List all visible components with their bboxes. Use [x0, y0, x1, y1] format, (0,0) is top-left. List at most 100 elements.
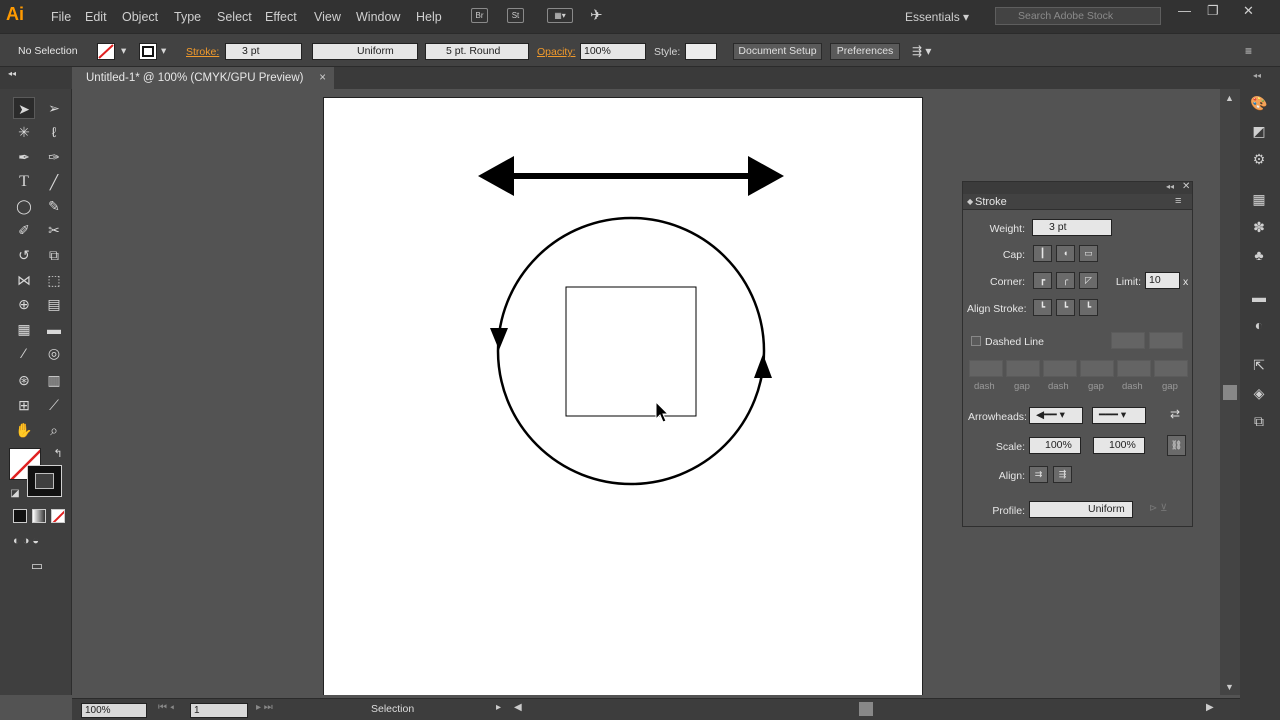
color-mode-icon[interactable] — [13, 509, 27, 523]
dash-3-field[interactable] — [1117, 360, 1151, 377]
circle-with-arrows[interactable] — [490, 216, 772, 486]
magic-wand-tool-icon[interactable]: ✳ — [13, 121, 35, 143]
round-join-icon[interactable]: ╭ — [1056, 272, 1075, 289]
brush-definition[interactable]: 5 pt. Round — [425, 43, 529, 60]
symbol-sprayer-tool-icon[interactable]: ⊛ — [13, 369, 35, 391]
scale-tool-icon[interactable]: ⧉ — [43, 244, 65, 266]
shape-builder-tool-icon[interactable]: ⊕ — [13, 293, 35, 315]
arrow-extend-icon[interactable]: ⇉ — [1029, 466, 1048, 483]
stroke-color-swatch[interactable] — [27, 465, 62, 497]
lasso-tool-icon[interactable]: ℓ — [43, 121, 65, 143]
gap-1-field[interactable] — [1006, 360, 1040, 377]
maximize-icon[interactable]: ❐ — [1207, 3, 1219, 19]
vertical-scrollbar[interactable]: ▲ ▼ — [1220, 89, 1240, 695]
profile-select[interactable]: Uniform — [1029, 501, 1133, 518]
transparency-panel-icon[interactable]: ◐ — [1249, 315, 1269, 335]
menu-edit[interactable]: Edit — [85, 10, 107, 24]
mesh-tool-icon[interactable]: ▦ — [13, 318, 35, 340]
minimize-icon[interactable]: — — [1178, 3, 1191, 18]
zoom-field[interactable]: 100% — [81, 703, 147, 718]
last-artboard-icon[interactable]: ▸ ⏭ — [256, 702, 273, 713]
zoom-tool-icon[interactable]: ⌕ — [43, 419, 65, 441]
none-mode-icon[interactable] — [51, 509, 65, 523]
cc-libraries-icon[interactable]: ⚙ — [1249, 149, 1269, 169]
double-headed-arrow[interactable] — [478, 156, 784, 196]
scroll-left-icon[interactable]: ◀ — [514, 702, 522, 713]
arrange-icon[interactable]: ⇶ ▾ — [912, 44, 931, 58]
panel-menu-icon[interactable]: ≡ — [1175, 195, 1181, 207]
document-setup-button[interactable]: Document Setup — [733, 43, 822, 60]
scissors-tool-icon[interactable]: ✂ — [43, 219, 65, 241]
fill-swatch[interactable] — [97, 43, 115, 60]
pen-tool-icon[interactable]: ✒ — [13, 146, 35, 168]
expand-dock-icon[interactable]: ◂◂ — [1253, 71, 1261, 80]
variable-width-profile[interactable]: Uniform — [312, 43, 418, 60]
menu-help[interactable]: Help — [416, 10, 442, 24]
ellipse-tool-icon[interactable]: ◯ — [13, 195, 35, 217]
gap-3-field[interactable] — [1154, 360, 1188, 377]
panel-collapse-icon[interactable]: ◂◂ — [1166, 182, 1174, 191]
change-screen-mode-icon[interactable]: ▭ — [26, 555, 48, 577]
miter-join-icon[interactable]: ┏ — [1033, 272, 1052, 289]
align-inside-icon[interactable]: ┗ — [1056, 299, 1075, 316]
close-icon[interactable]: ✕ — [1243, 3, 1254, 19]
align-center-icon[interactable]: ┗ — [1033, 299, 1052, 316]
menu-effect[interactable]: Effect — [265, 10, 297, 24]
gap-2-field[interactable] — [1080, 360, 1114, 377]
default-colors-icon[interactable]: ◪ — [4, 483, 26, 505]
color-panel-icon[interactable]: 🎨 — [1249, 93, 1269, 113]
opacity-field[interactable]: 100% — [580, 43, 646, 60]
panel-menu-icon[interactable]: ≡ — [1245, 44, 1252, 58]
rotate-tool-icon[interactable]: ↺ — [13, 244, 35, 266]
scroll-up-icon[interactable]: ▲ — [1225, 93, 1234, 103]
projecting-cap-icon[interactable]: ▭ — [1079, 245, 1098, 262]
artboard[interactable] — [323, 97, 923, 695]
blend-tool-icon[interactable]: ◎ — [43, 342, 65, 364]
column-graph-tool-icon[interactable]: ▥ — [43, 369, 65, 391]
collapse-toolbar-icon[interactable]: ◂◂ — [8, 69, 16, 78]
arrange-documents-icon[interactable]: ▦▾ — [547, 8, 573, 23]
scroll-thumb[interactable] — [1223, 385, 1237, 400]
panel-close-icon[interactable]: ✕ — [1182, 181, 1190, 192]
search-input[interactable]: Search Adobe Stock — [995, 7, 1161, 25]
opacity-label[interactable]: Opacity: — [537, 46, 576, 58]
direct-selection-tool-icon[interactable]: ➢ — [43, 97, 65, 119]
eyedropper-tool-icon[interactable]: ⁄ — [13, 342, 35, 364]
fill-dropdown-icon[interactable]: ▾ — [121, 45, 126, 57]
width-tool-icon[interactable]: ⋈ — [13, 269, 35, 291]
limit-field[interactable]: 10 — [1145, 272, 1180, 289]
square-shape[interactable] — [565, 286, 697, 417]
free-transform-tool-icon[interactable]: ⬚ — [43, 269, 65, 291]
swap-arrowheads-icon[interactable]: ⇄ — [1170, 407, 1180, 421]
status-menu-icon[interactable]: ▸ — [496, 702, 501, 713]
stroke-label[interactable]: Stroke: — [186, 46, 219, 58]
stroke-panel-icon[interactable]: ▬ — [1249, 287, 1269, 307]
perspective-grid-tool-icon[interactable]: ▤ — [43, 293, 65, 315]
artboard-tool-icon[interactable]: ⊞ — [13, 394, 35, 416]
dash-2-field[interactable] — [1043, 360, 1077, 377]
export-panel-icon[interactable]: ⇱ — [1249, 355, 1269, 375]
stock-button[interactable]: St — [507, 8, 524, 23]
selection-tool-icon[interactable]: ➤ — [13, 97, 35, 119]
start-scale-field[interactable]: 100% — [1029, 437, 1081, 454]
color-guide-icon[interactable]: ◩ — [1249, 121, 1269, 141]
align-outside-icon[interactable]: ┗ — [1079, 299, 1098, 316]
stroke-weight-field[interactable]: 3 pt — [225, 43, 302, 60]
horizontal-scroll-thumb[interactable] — [859, 702, 873, 716]
start-arrowhead-select[interactable]: ◀━━ ▾ — [1029, 407, 1083, 424]
paintbrush-tool-icon[interactable]: ✎ — [43, 195, 65, 217]
tab-close-icon[interactable]: × — [319, 67, 326, 89]
brushes-panel-icon[interactable]: ✽ — [1249, 217, 1269, 237]
artboards-panel-icon[interactable]: ⧉ — [1249, 411, 1269, 431]
menu-file[interactable]: File — [51, 10, 71, 24]
arrow-place-icon[interactable]: ⇶ — [1053, 466, 1072, 483]
swatches-panel-icon[interactable]: ▦ — [1249, 189, 1269, 209]
stroke-dropdown-icon[interactable]: ▾ — [161, 45, 166, 57]
align-dashes-icon[interactable] — [1149, 332, 1183, 349]
line-tool-icon[interactable]: ╱ — [43, 171, 65, 193]
butt-cap-icon[interactable]: ▕▏ — [1033, 245, 1052, 262]
end-scale-field[interactable]: 100% — [1093, 437, 1145, 454]
curvature-tool-icon[interactable]: ✑ — [43, 146, 65, 168]
document-tab[interactable]: Untitled-1* @ 100% (CMYK/GPU Preview) × — [72, 67, 334, 89]
scroll-down-icon[interactable]: ▼ — [1225, 682, 1234, 692]
